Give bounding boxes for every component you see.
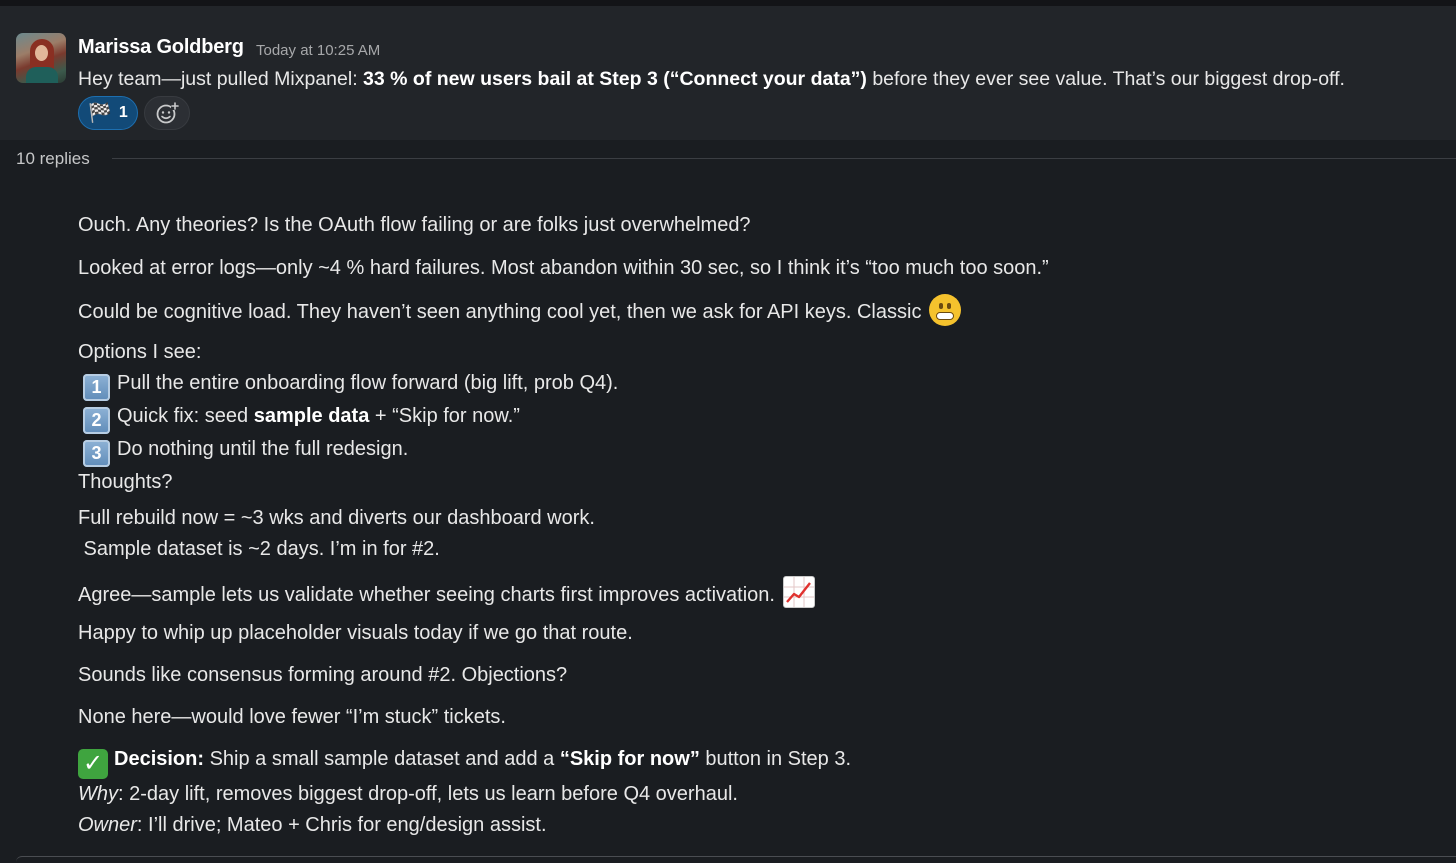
grimacing-face-icon <box>929 294 961 326</box>
reply-message: ✓ Decision: Ship a small sample dataset a… <box>78 744 851 841</box>
check-mark-icon: ✓ <box>78 749 108 779</box>
reply-text: Sample dataset is ~2 days. I’m in for #2… <box>78 538 440 560</box>
decision-bold: “Skip for now” <box>559 748 700 770</box>
option-text: Do nothing until the full redesign. <box>117 438 409 460</box>
reply-message: Full rebuild now = ~3 wks and diverts ou… <box>78 503 595 565</box>
reply-message: Ouch. Any theories? Is the OAuth flow fa… <box>78 214 751 236</box>
divider-line <box>112 158 1456 159</box>
reply-message: Sounds like consensus forming around #2.… <box>78 664 568 686</box>
reply-message: None here—would love fewer “I’m stuck” t… <box>78 706 506 728</box>
option-line: 2 Quick fix: seed sample data + “Skip for… <box>78 401 618 434</box>
why-text: : 2-day lift, removes biggest drop-off, … <box>118 783 738 805</box>
option-text: Pull the entire onboarding flow forward … <box>117 372 619 394</box>
option-text-post: + “Skip for now.” <box>369 405 520 427</box>
parent-text-pre: Hey team—just pulled Mixpanel: <box>78 68 364 90</box>
avatar[interactable] <box>16 33 66 83</box>
keycap-two-icon: 2 <box>83 407 110 434</box>
avatar-body <box>26 67 58 83</box>
reply-message: Looked at error logs—only ~4 % hard fail… <box>78 257 1049 279</box>
reply-message: Options I see: 1 Pull the entire onboardi… <box>78 337 618 498</box>
parent-text-bold: 33 % of new users bail at Step 3 (“Conne… <box>363 68 867 90</box>
parent-message-text: Hey team—just pulled Mixpanel: 33 % of n… <box>78 68 1345 91</box>
checkered-flag-icon: 🏁 <box>88 102 112 124</box>
decision-text-post: button in Step 3. <box>699 748 852 770</box>
owner-label: Owner <box>78 814 137 836</box>
option-line: 1 Pull the entire onboarding flow forward… <box>78 368 618 401</box>
keycap-one-icon: 1 <box>83 374 110 401</box>
reply-text: Thoughts? <box>78 471 173 493</box>
owner-line: Owner: I’ll drive; Mateo + Chris for eng… <box>78 810 851 841</box>
decision-line: ✓ Decision: Ship a small sample dataset a… <box>78 744 851 779</box>
reply-text: Full rebuild now = ~3 wks and diverts ou… <box>78 507 595 529</box>
reaction-pill[interactable]: 🏁 1 <box>78 96 138 130</box>
message-timestamp[interactable]: Today at 10:25 AM <box>256 42 380 59</box>
replies-count[interactable]: 10 replies <box>16 149 90 169</box>
replies-divider: 10 replies <box>0 140 1456 176</box>
reply-message: Could be cognitive load. They haven’t se… <box>78 294 961 328</box>
chart-increasing-icon <box>782 576 815 608</box>
option-line: 3 Do nothing until the full redesign. <box>78 434 618 467</box>
reply-message: Agree—sample lets us validate whether se… <box>78 576 815 611</box>
reaction-count: 1 <box>118 104 128 121</box>
parent-message[interactable]: Marissa Goldberg Today at 10:25 AM Hey t… <box>0 6 1456 140</box>
reply-text: Agree—sample lets us validate whether se… <box>78 584 781 606</box>
why-line: Why: 2-day lift, removes biggest drop-of… <box>78 779 851 810</box>
decision-label: Decision: <box>114 748 205 770</box>
parent-text-post: before they ever see value. That’s our b… <box>866 68 1345 90</box>
reply-text: Could be cognitive load. They haven’t se… <box>78 301 927 323</box>
add-reaction-button[interactable] <box>144 96 190 130</box>
keycap-three-icon: 3 <box>83 440 110 467</box>
author-name[interactable]: Marissa Goldberg <box>78 36 244 59</box>
option-text-bold: sample data <box>253 405 370 427</box>
owner-text: : I’ll drive; Mateo + Chris for eng/desi… <box>136 814 547 836</box>
why-label: Why <box>78 783 118 805</box>
option-text-pre: Quick fix: seed <box>117 405 254 427</box>
decision-text: Ship a small sample dataset and add a <box>204 748 560 770</box>
reply-message: Happy to whip up placeholder visuals tod… <box>78 622 633 644</box>
add-emoji-icon <box>156 102 179 124</box>
avatar-face <box>35 45 48 61</box>
reply-text: Options I see: <box>78 341 202 363</box>
